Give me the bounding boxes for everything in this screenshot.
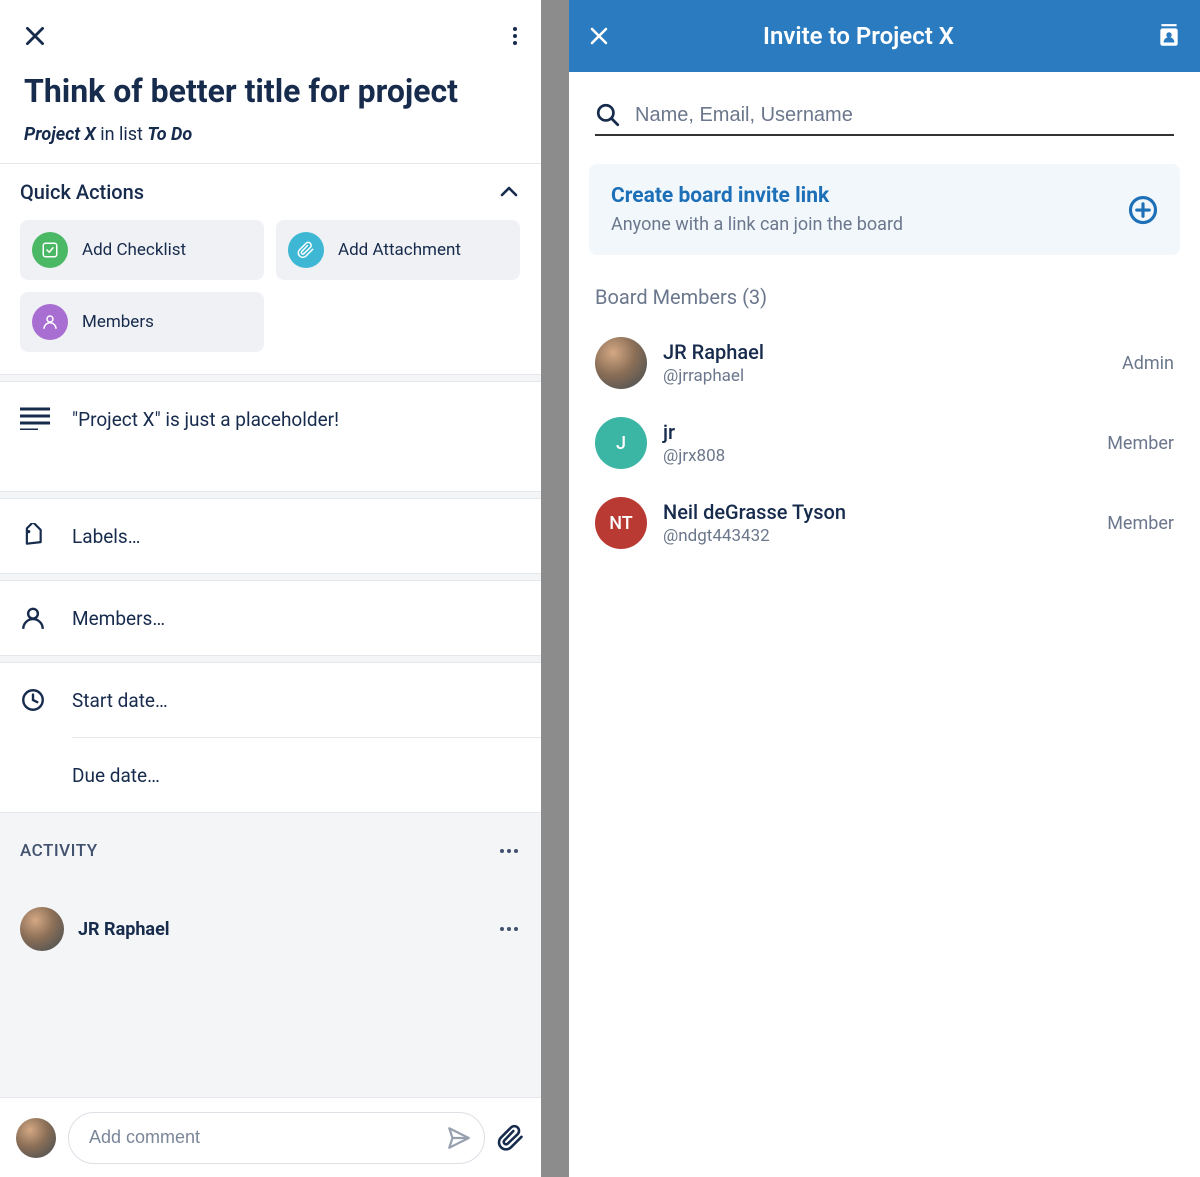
description-text: "Project X" is just a placeholder! bbox=[72, 406, 339, 431]
clock-icon bbox=[20, 687, 52, 713]
member-row[interactable]: NT Neil deGrasse Tyson@ndgt443432 Member bbox=[569, 483, 1200, 563]
invite-screen: Invite to Project X Create board invite … bbox=[569, 0, 1200, 1177]
labels-row[interactable]: Labels… bbox=[0, 499, 541, 573]
quick-actions-title: Quick Actions bbox=[20, 180, 144, 204]
section-gap bbox=[0, 374, 541, 382]
activity-entry-more-button[interactable] bbox=[497, 917, 521, 941]
avatar: J bbox=[595, 417, 647, 469]
start-date-row[interactable]: Start date… bbox=[0, 663, 541, 737]
card-title-block: Think of better title for project Projec… bbox=[0, 72, 541, 163]
member-role: Member bbox=[1107, 433, 1174, 454]
activity-title: ACTIVITY bbox=[20, 841, 98, 861]
contacts-icon bbox=[1156, 23, 1182, 49]
avatar bbox=[16, 1118, 56, 1158]
invite-link-title: Create board invite link bbox=[611, 184, 1128, 208]
members-button[interactable]: Members bbox=[20, 292, 264, 352]
plus-circle-icon bbox=[1128, 195, 1158, 225]
add-checklist-button[interactable]: Add Checklist bbox=[20, 220, 264, 280]
paperclip-icon bbox=[497, 1124, 525, 1152]
members-label: Members bbox=[82, 312, 154, 332]
quick-actions-header[interactable]: Quick Actions bbox=[20, 180, 521, 204]
card-title[interactable]: Think of better title for project bbox=[24, 72, 517, 110]
quick-actions-grid: Add Checklist Add Attachment Members bbox=[20, 220, 521, 352]
checklist-icon bbox=[32, 232, 68, 268]
avatar bbox=[595, 337, 647, 389]
more-vertical-icon bbox=[503, 24, 527, 48]
send-button[interactable] bbox=[446, 1125, 472, 1151]
member-handle: @jrx808 bbox=[663, 446, 1091, 466]
more-horizontal-icon bbox=[497, 839, 521, 863]
member-name: Neil deGrasse Tyson bbox=[663, 500, 1091, 524]
search-field bbox=[595, 102, 1174, 136]
comment-input[interactable] bbox=[89, 1127, 446, 1148]
member-role: Admin bbox=[1122, 353, 1174, 374]
close-button[interactable] bbox=[22, 23, 48, 49]
description-icon bbox=[20, 406, 50, 430]
person-outline-icon bbox=[20, 605, 52, 631]
attach-button[interactable] bbox=[497, 1124, 525, 1152]
attachment-icon bbox=[288, 232, 324, 268]
member-role: Member bbox=[1107, 513, 1174, 534]
comment-bar bbox=[0, 1097, 541, 1177]
add-attachment-label: Add Attachment bbox=[338, 240, 461, 260]
project-link[interactable]: Project X bbox=[24, 124, 96, 145]
avatar: NT bbox=[595, 497, 647, 549]
member-info: Neil deGrasse Tyson@ndgt443432 bbox=[663, 500, 1091, 546]
invite-title: Invite to Project X bbox=[583, 22, 1134, 50]
activity-header: ACTIVITY bbox=[20, 839, 521, 863]
more-horizontal-icon bbox=[497, 917, 521, 941]
activity-more-button[interactable] bbox=[497, 839, 521, 863]
person-icon bbox=[32, 304, 68, 340]
chevron-up-icon bbox=[497, 180, 521, 204]
activity-entry: JR Raphael bbox=[20, 907, 521, 951]
member-handle: @jrraphael bbox=[663, 366, 1106, 386]
due-date-row[interactable]: Due date… bbox=[0, 738, 541, 812]
add-attachment-button[interactable]: Add Attachment bbox=[276, 220, 520, 280]
description-row[interactable]: "Project X" is just a placeholder! bbox=[0, 382, 541, 491]
invite-link-card[interactable]: Create board invite link Anyone with a l… bbox=[589, 164, 1180, 255]
member-name: JR Raphael bbox=[663, 340, 1106, 364]
search-section bbox=[569, 72, 1200, 136]
activity-user-name: JR Raphael bbox=[78, 919, 170, 940]
invite-link-text: Create board invite link Anyone with a l… bbox=[611, 184, 1128, 235]
section-gap bbox=[0, 573, 541, 581]
tag-icon bbox=[20, 523, 52, 549]
card-header bbox=[0, 0, 541, 72]
member-handle: @ndgt443432 bbox=[663, 526, 1091, 546]
comment-input-wrap bbox=[68, 1112, 485, 1164]
member-info: JR Raphael@jrraphael bbox=[663, 340, 1106, 386]
contacts-button[interactable] bbox=[1156, 23, 1182, 49]
list-link[interactable]: To Do bbox=[147, 124, 192, 145]
members-row-label: Members… bbox=[72, 607, 165, 630]
close-icon bbox=[22, 23, 48, 49]
labels-label: Labels… bbox=[72, 525, 140, 548]
due-date-label: Due date… bbox=[72, 764, 160, 787]
section-gap bbox=[0, 655, 541, 663]
card-detail-screen: Think of better title for project Projec… bbox=[0, 0, 541, 1177]
members-row[interactable]: Members… bbox=[0, 581, 541, 655]
section-gap bbox=[0, 491, 541, 499]
member-row[interactable]: JR Raphael@jrraphael Admin bbox=[569, 323, 1200, 403]
members-list: JR Raphael@jrraphael Admin Jjr@jrx808 Membe… bbox=[569, 323, 1200, 563]
card-subtitle: Project X in list To Do bbox=[24, 124, 517, 145]
member-name: jr bbox=[663, 420, 1091, 444]
create-link-button[interactable] bbox=[1128, 195, 1158, 225]
search-icon bbox=[595, 102, 621, 128]
invite-link-subtitle: Anyone with a link can join the board bbox=[611, 214, 1128, 235]
search-input[interactable] bbox=[635, 104, 1174, 127]
start-date-label: Start date… bbox=[72, 689, 168, 712]
board-members-title: Board Members (3) bbox=[569, 255, 1200, 323]
member-row[interactable]: Jjr@jrx808 Member bbox=[569, 403, 1200, 483]
more-menu-button[interactable] bbox=[503, 24, 527, 48]
member-info: jr@jrx808 bbox=[663, 420, 1091, 466]
invite-header: Invite to Project X bbox=[569, 0, 1200, 72]
send-icon bbox=[446, 1125, 472, 1151]
avatar bbox=[20, 907, 64, 951]
add-checklist-label: Add Checklist bbox=[82, 240, 186, 260]
quick-actions-section: Quick Actions Add Checklist Add Attachme… bbox=[0, 164, 541, 374]
